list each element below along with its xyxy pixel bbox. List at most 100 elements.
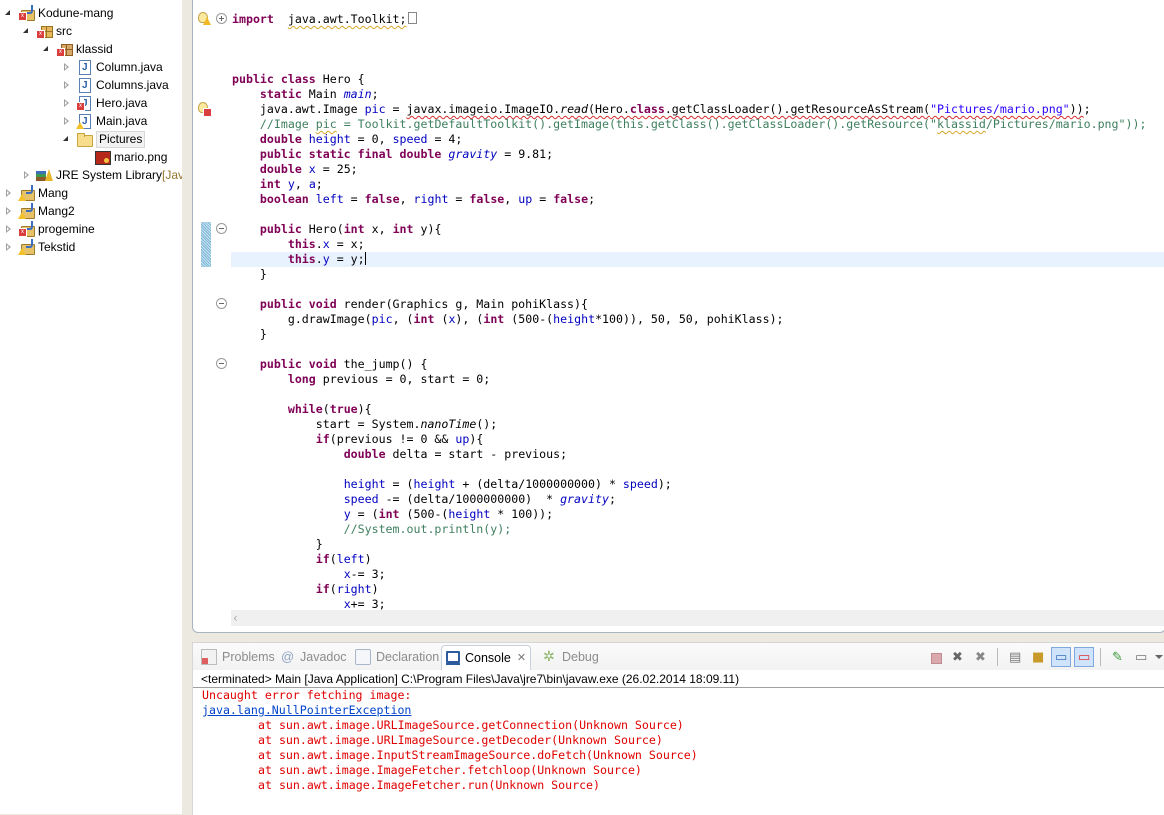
expand-fold-icon[interactable] [216,13,227,24]
tree-item[interactable]: Mang2 [4,202,75,220]
folded-region-icon[interactable] [407,12,417,24]
scroll-left-arrow-icon[interactable]: ‹ [233,611,238,625]
code-line[interactable]: y = (int (500-(height * 100)); [231,507,1164,522]
code-token: )) [1069,102,1084,116]
sash[interactable] [182,0,190,814]
tree-item[interactable]: mario.png [94,148,167,166]
code-line[interactable]: this.y = y; [231,252,1164,267]
expanded-twisty-icon[interactable] [62,134,72,144]
scroll-lock-button[interactable]: ■ [1028,647,1048,667]
expanded-twisty-icon[interactable] [4,8,14,18]
code-line[interactable]: g.drawImage(pic, (int (x), (int (500-(he… [231,312,1164,327]
code-token: public static final double [259,147,442,161]
collapsed-twisty-icon[interactable] [4,188,14,198]
code-line[interactable]: if(previous != 0 && up){ [231,432,1164,447]
terminate-button[interactable] [925,647,945,667]
code-line[interactable]: public void the_jump() { [231,357,1164,372]
expanded-twisty-icon[interactable] [22,26,32,36]
tree-item[interactable]: Tekstid [4,238,75,256]
tree-item[interactable]: Columns.java [62,76,169,95]
quickfix-error-icon[interactable] [198,102,212,117]
collapse-fold-icon[interactable] [216,223,227,234]
tab-debug[interactable]: Debug [539,644,603,669]
show-stderr-button[interactable]: ▭ [1074,647,1094,667]
tree-item[interactable]: x src [22,22,72,40]
collapsed-twisty-icon[interactable] [62,116,72,126]
code-line[interactable]: start = System.nanoTime(); [231,417,1164,432]
code-line[interactable]: //Image pic = Toolkit.getDefaultToolkit(… [231,117,1164,132]
collapsed-twisty-icon[interactable] [22,170,32,180]
tree-item[interactable]: Pictures [62,130,146,148]
code-line[interactable]: speed -= (delta/1000000000) * gravity; [231,492,1164,507]
code-token: right [413,192,449,206]
collapse-fold-icon[interactable] [216,298,227,309]
stack-trace-line: at sun.awt.image.InputStreamImageSource.… [258,748,698,762]
tree-item[interactable]: Column.java [62,58,163,77]
collapsed-twisty-icon[interactable] [62,80,72,90]
tab-console[interactable]: Console ✕ [441,645,532,670]
tab-javadoc[interactable]: Javadoc [277,645,351,669]
code-token: = x; [329,237,365,251]
code-line[interactable]: double delta = start - previous; [231,447,1164,462]
view-menu-chevron-down-icon[interactable] [1155,655,1163,659]
code-line[interactable]: java.awt.Image pic = javax.imageio.Image… [231,102,1164,117]
code-line[interactable]: public void render(Graphics g, Main pohi… [231,297,1164,312]
tree-item[interactable]: x klassid [42,40,113,58]
collapse-fold-icon[interactable] [216,358,227,369]
tab-declaration[interactable]: Declaration [351,645,443,669]
code-line[interactable]: if(left) [231,552,1164,567]
show-stdout-button[interactable]: ▭ [1051,647,1071,667]
code-line[interactable]: public class Hero { [231,72,1164,87]
code-line[interactable]: double height = 0, speed = 4; [231,132,1164,147]
code-token: //System.out.println(y); [232,522,512,536]
horizontal-scrollbar[interactable]: ‹ [231,610,1164,626]
code-line[interactable]: int y, a; [231,177,1164,192]
code-line[interactable]: public Hero(int x, int y){ [231,222,1164,237]
code-token: double [259,132,302,146]
tree-item[interactable]: Mang [4,184,68,202]
code-line[interactable]: public static final double gravity = 9.8… [231,147,1164,162]
code-token: = 25; [315,162,358,176]
tree-item[interactable]: Main.java [62,112,147,131]
tree-item[interactable]: JRE System Library [Jav [22,166,182,184]
code-line[interactable]: import java.awt.Toolkit; [231,12,1164,27]
remove-all-launches-button[interactable]: ✖ [971,647,991,667]
code-area[interactable]: import java.awt.Toolkit; public class Her… [231,0,1164,611]
code-line[interactable]: } [231,327,1164,342]
clear-console-button[interactable]: ▤ [1005,647,1025,667]
code-line[interactable]: //System.out.println(y); [231,522,1164,537]
exception-link[interactable]: java.lang.NullPointerException [202,703,1164,718]
expanded-twisty-icon[interactable] [42,44,52,54]
close-tab-icon[interactable]: ✕ [517,646,526,670]
code-line[interactable]: if(right) [231,582,1164,597]
code-line[interactable]: long previous = 0, start = 0; [231,372,1164,387]
collapsed-twisty-icon[interactable] [62,98,72,108]
code-line[interactable]: height = (height + (delta/1000000000) * … [231,477,1164,492]
code-token: speed [343,492,379,506]
pin-console-button[interactable]: ✎ [1108,647,1128,667]
code-line[interactable]: } [231,267,1164,282]
collapsed-twisty-icon[interactable] [4,242,14,252]
code-line[interactable]: } [231,537,1164,552]
collapsed-twisty-icon[interactable] [4,224,14,234]
tab-problems[interactable]: Problems [197,645,279,669]
collapsed-twisty-icon[interactable] [62,62,72,72]
code-line[interactable]: while(true){ [231,402,1164,417]
tree-item[interactable]: x Kodune-mang [4,4,113,22]
remove-launch-button[interactable]: ✖ [948,647,968,667]
folder-icon [76,131,93,147]
console-output[interactable]: Uncaught error fetching image: java.lang.… [202,688,1164,793]
code-line[interactable]: x-= 3; [231,567,1164,582]
code-line[interactable]: double x = 25; [231,162,1164,177]
tree-item[interactable]: x progemine [4,220,95,238]
code-line[interactable]: boolean left = false, right = false, up … [231,192,1164,207]
tree-item[interactable]: x Hero.java [62,94,147,113]
code-line[interactable]: this.x = x; [231,237,1164,252]
code-line[interactable]: static Main main; [231,87,1164,102]
quickfix-warning-icon[interactable] [198,12,212,26]
collapsed-twisty-icon[interactable] [4,206,14,216]
display-console-button[interactable]: ▭ [1131,647,1151,667]
